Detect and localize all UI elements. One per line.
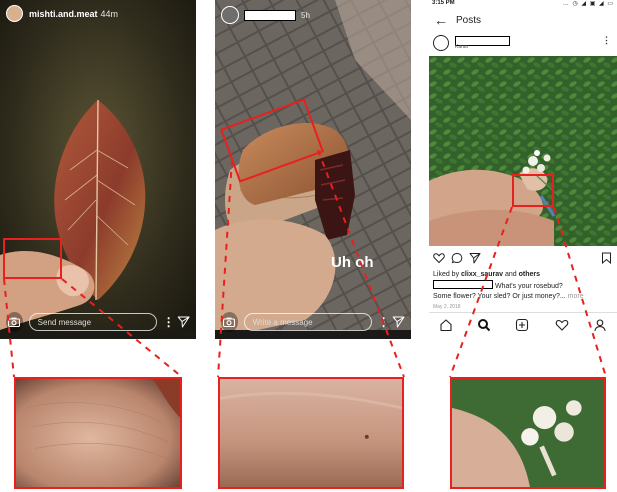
status-icons: … ◷ ◢ ▣ ◢ ▭ — [562, 1, 614, 7]
share-icon[interactable] — [469, 252, 481, 264]
story-overlay-text: Uh oh — [331, 254, 374, 271]
comment-icon[interactable] — [451, 252, 463, 264]
caption-text-1: What's your rosebud? — [494, 283, 563, 290]
add-icon[interactable] — [515, 318, 529, 332]
avatar[interactable] — [6, 5, 23, 22]
caption-text-2: Some flower? Your sled? Or just money?..… — [433, 293, 566, 300]
story-time: 44m — [100, 8, 119, 19]
post-details: Liked by clixx_saurav and others What's … — [433, 270, 617, 312]
profile-icon[interactable] — [593, 318, 607, 332]
post-location[interactable]: Karan — [455, 44, 468, 50]
camera-button[interactable] — [6, 312, 23, 332]
zoom-panel-flower-fingertip — [450, 377, 606, 489]
highlight-box-fingertip — [512, 174, 554, 207]
post-screen: 3:15 PM … ◷ ◢ ▣ ◢ ▭ ← Posts Karan ⋮ Like… — [429, 0, 617, 339]
likes-others[interactable]: others — [519, 271, 540, 278]
camera-button[interactable] — [221, 312, 238, 332]
more-link[interactable]: more — [568, 293, 584, 300]
page-title: Posts — [456, 14, 482, 26]
redacted-username — [244, 9, 296, 21]
heart-icon[interactable] — [433, 252, 445, 264]
likes-prefix: Liked by — [433, 271, 462, 278]
story-screen-leaf: mishti.and.meat44m ⋮ — [0, 0, 196, 339]
status-time: 3:15 PM — [432, 0, 455, 6]
likes-joiner: and — [503, 271, 519, 278]
message-input[interactable] — [243, 313, 372, 331]
caption-line-1: What's your rosebud? — [433, 280, 617, 292]
send-icon[interactable] — [392, 314, 405, 330]
zoom-image — [16, 379, 180, 487]
caption-line-2: Some flower? Your sled? Or just money?..… — [433, 292, 617, 302]
story-time: 5h — [301, 10, 310, 20]
likes-line: Liked by clixx_saurav and others — [433, 270, 617, 280]
status-bar: 3:15 PM … ◷ ◢ ▣ ◢ ▭ — [429, 0, 617, 8]
redacted-caption-username — [433, 280, 493, 289]
likes-user[interactable]: clixx_saurav — [461, 271, 503, 278]
highlight-box-fingertip — [3, 238, 62, 279]
zoom-panel-chocolate-fingertip — [218, 377, 404, 489]
post-action-bar — [429, 250, 617, 266]
home-icon[interactable] — [439, 318, 453, 332]
more-icon[interactable]: ⋮ — [602, 35, 611, 46]
message-input[interactable] — [28, 313, 157, 331]
story-header: mishti.and.meat 44m — [6, 5, 118, 22]
more-options-icon[interactable]: ⋮ — [378, 315, 390, 329]
story-header: 5h — [221, 6, 310, 24]
back-arrow-icon[interactable]: ← — [434, 12, 450, 28]
username-label: mishti.and.meat — [29, 8, 98, 19]
bookmark-icon[interactable] — [601, 252, 612, 264]
heart-icon[interactable] — [555, 318, 569, 332]
username[interactable]: mishti.and.meat 44m — [29, 9, 118, 19]
story-reply-bar: ⋮ — [6, 312, 190, 332]
send-icon[interactable] — [177, 314, 190, 330]
search-icon[interactable] — [477, 318, 491, 332]
zoom-image — [452, 379, 604, 487]
camera-icon — [223, 317, 236, 327]
post-header: Karan ⋮ — [433, 33, 613, 53]
app-header: ← Posts — [429, 10, 617, 30]
zoom-panel-leaf-fingertip — [14, 377, 182, 489]
story-screen-chocolate: 5h Uh oh ⋮ — [215, 0, 411, 339]
avatar[interactable] — [221, 6, 239, 24]
story-photo-leaf — [0, 0, 196, 339]
zoom-image — [220, 379, 402, 487]
avatar[interactable] — [433, 35, 449, 51]
post-date: May 2, 2018 — [433, 304, 461, 310]
bottom-nav — [429, 312, 617, 339]
post-photo[interactable] — [429, 56, 617, 246]
camera-icon — [8, 317, 21, 327]
more-options-icon[interactable]: ⋮ — [163, 315, 175, 329]
story-reply-bar: ⋮ — [221, 312, 405, 332]
